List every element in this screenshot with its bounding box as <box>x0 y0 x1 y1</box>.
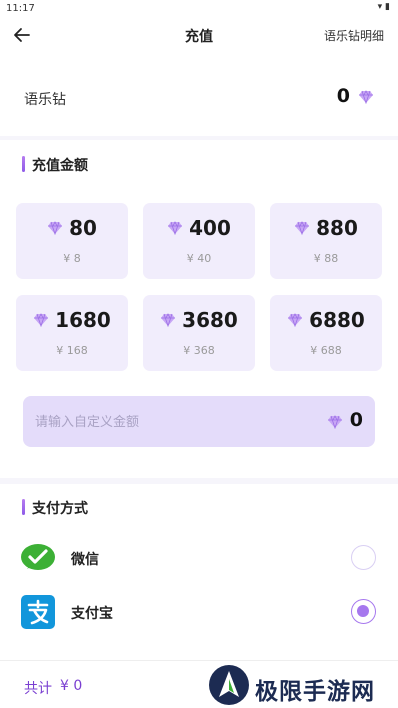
diamond-icon <box>161 313 176 327</box>
total-value: ¥ 0 <box>60 678 83 694</box>
amount-price: ¥ 368 <box>183 344 215 357</box>
amount-option[interactable]: 400 ¥ 40 <box>143 203 255 279</box>
payment-radio[interactable] <box>351 545 376 570</box>
payment-section: 支付方式 微信 支付宝 <box>0 484 398 660</box>
amount-price: ¥ 88 <box>313 252 339 265</box>
amount-value: 80 <box>69 216 97 240</box>
amount-price: ¥ 168 <box>56 344 88 357</box>
payment-label: 微信 <box>71 552 99 568</box>
diamond-icon <box>288 313 303 327</box>
wechat-icon <box>20 542 56 574</box>
amount-value: 880 <box>316 216 358 240</box>
payment-option-alipay[interactable]: 支付宝 <box>0 590 398 634</box>
balance-card: 语乐钻 0 <box>0 52 398 136</box>
amount-price: ¥ 688 <box>310 344 342 357</box>
watermark: 极限手游网 <box>207 663 398 708</box>
payment-label: 支付宝 <box>71 606 113 622</box>
diamond-icon <box>168 221 183 235</box>
diamond-icon <box>327 414 343 433</box>
payment-radio-selected[interactable] <box>351 599 376 624</box>
amount-option[interactable]: 880 ¥ 88 <box>270 203 382 279</box>
amount-option[interactable]: 3680 ¥ 368 <box>143 295 255 371</box>
custom-amount-value: 0 <box>349 409 363 431</box>
diamond-icon <box>358 89 374 108</box>
amount-option[interactable]: 80 ¥ 8 <box>16 203 128 279</box>
diamond-icon <box>34 313 49 327</box>
watermark-text: 极限手游网 <box>255 678 375 705</box>
recharge-section-title: 充值金额 <box>22 155 88 175</box>
diamond-icon <box>48 221 63 235</box>
balance-label: 语乐钻 <box>24 92 66 108</box>
amount-price: ¥ 40 <box>186 252 212 265</box>
amount-value: 1680 <box>55 308 111 332</box>
payment-section-title: 支付方式 <box>22 498 88 518</box>
custom-amount-input[interactable] <box>35 411 305 433</box>
amount-value: 3680 <box>182 308 238 332</box>
balance-amount: 0 <box>336 85 350 107</box>
recharge-section: 充值金额 80 ¥ 8 400 ¥ 40 880 ¥ 88 1680 ¥ 168… <box>0 140 398 478</box>
total-label: 共计 <box>24 681 52 697</box>
alipay-icon <box>20 595 56 629</box>
amount-price: ¥ 8 <box>63 252 81 265</box>
amount-value: 400 <box>189 216 231 240</box>
status-icons: ▾ ▮ <box>377 2 390 12</box>
payment-option-wechat[interactable]: 微信 <box>0 536 398 580</box>
app-bar: 充值 语乐钻明细 <box>0 18 398 52</box>
custom-amount-field: 0 <box>23 396 375 447</box>
watermark-logo-icon <box>207 663 251 708</box>
amount-option[interactable]: 6880 ¥ 688 <box>270 295 382 371</box>
amount-option[interactable]: 1680 ¥ 168 <box>16 295 128 371</box>
diamond-detail-link[interactable]: 语乐钻明细 <box>324 27 384 44</box>
status-bar: 11:17 ▾ ▮ <box>0 0 398 18</box>
amount-value: 6880 <box>309 308 365 332</box>
diamond-icon <box>295 221 310 235</box>
status-time: 11:17 <box>6 3 35 14</box>
